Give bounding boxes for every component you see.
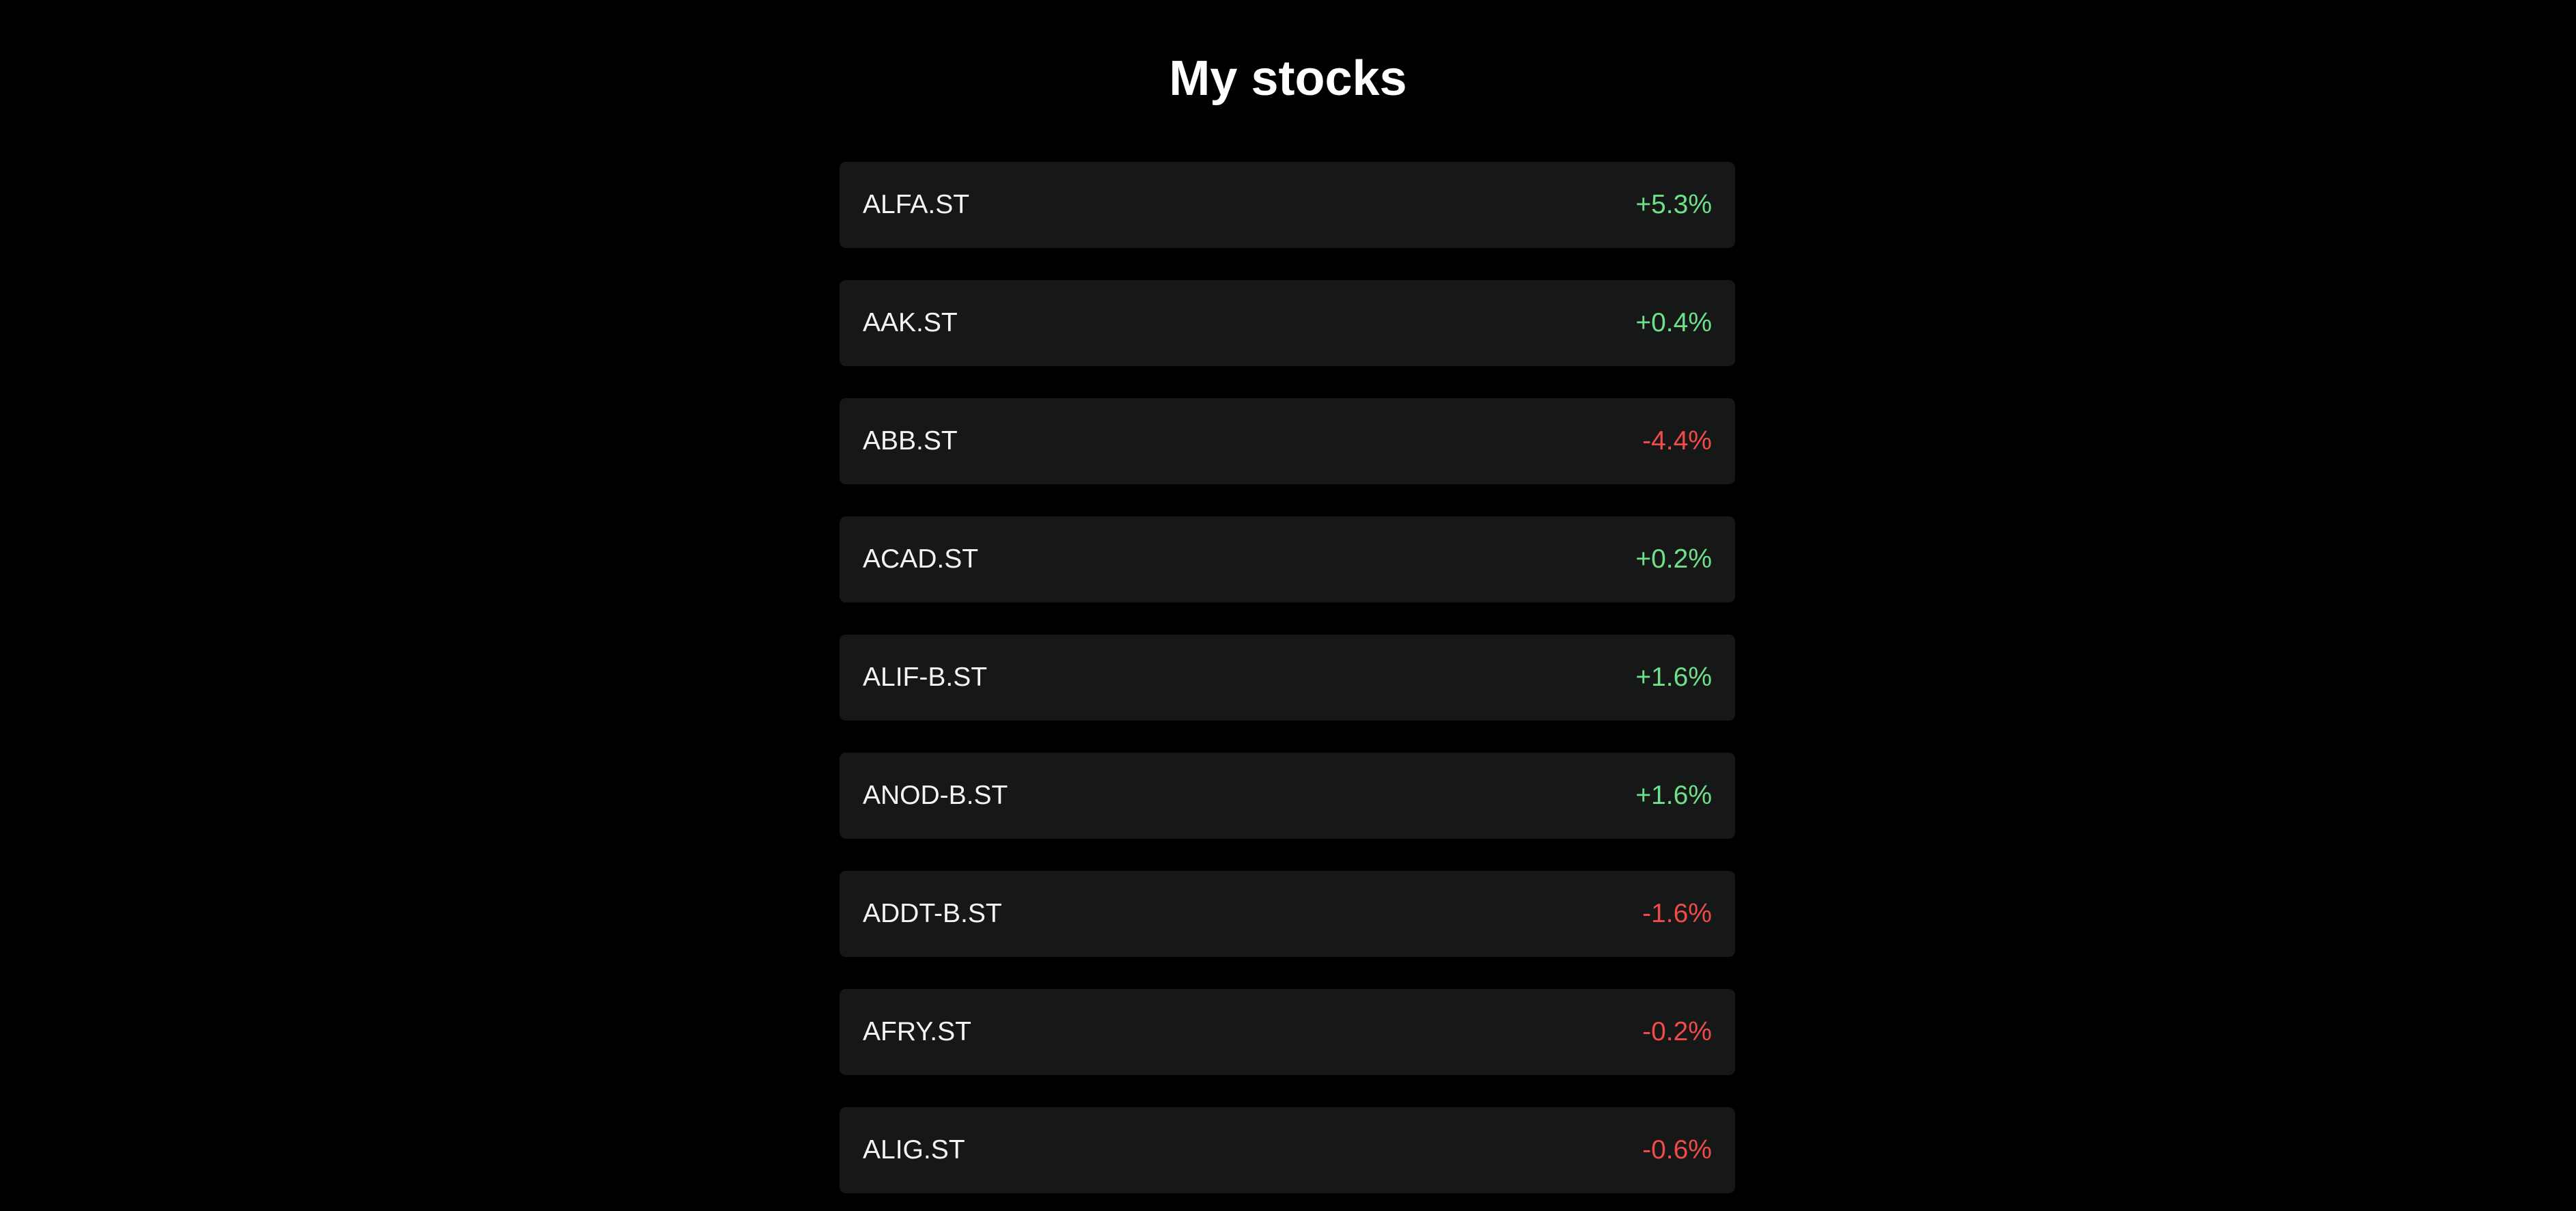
stock-change: +0.2% xyxy=(1635,544,1712,574)
stock-row-aak[interactable]: AAK.ST +0.4% xyxy=(840,280,1735,366)
stock-ticker: AFRY.ST xyxy=(863,1017,971,1046)
stock-ticker: ALIF-B.ST xyxy=(863,663,988,692)
stock-change: +0.4% xyxy=(1635,308,1712,337)
stock-ticker: ACAD.ST xyxy=(863,544,979,574)
stock-ticker: ALFA.ST xyxy=(863,190,970,219)
page-title: My stocks xyxy=(1169,51,1407,106)
stock-ticker: ANOD-B.ST xyxy=(863,781,1008,810)
stock-change: -4.4% xyxy=(1642,426,1712,456)
stock-ticker: ALIG.ST xyxy=(863,1135,965,1165)
stock-row-anod-b[interactable]: ANOD-B.ST +1.6% xyxy=(840,753,1735,839)
stock-change: -1.6% xyxy=(1642,899,1712,928)
stock-ticker: AAK.ST xyxy=(863,308,958,337)
stock-row-abb[interactable]: ABB.ST -4.4% xyxy=(840,398,1735,484)
stock-row-alig[interactable]: ALIG.ST -0.6% xyxy=(840,1107,1735,1193)
stock-ticker: ABB.ST xyxy=(863,426,958,456)
stock-row-alif-b[interactable]: ALIF-B.ST +1.6% xyxy=(840,635,1735,721)
stock-list: ALFA.ST +5.3% AAK.ST +0.4% ABB.ST -4.4% … xyxy=(840,162,1735,1211)
stock-row-addt-b[interactable]: ADDT-B.ST -1.6% xyxy=(840,871,1735,957)
stock-change: -0.6% xyxy=(1642,1135,1712,1165)
stock-change: +1.6% xyxy=(1635,781,1712,810)
stock-change: -0.2% xyxy=(1642,1017,1712,1046)
stocks-page: My stocks ALFA.ST +5.3% AAK.ST +0.4% ABB… xyxy=(0,0,2576,1211)
stock-row-acad[interactable]: ACAD.ST +0.2% xyxy=(840,516,1735,602)
stock-change: +5.3% xyxy=(1635,190,1712,219)
stock-row-afry[interactable]: AFRY.ST -0.2% xyxy=(840,989,1735,1075)
stock-change: +1.6% xyxy=(1635,663,1712,692)
stock-row-alfa[interactable]: ALFA.ST +5.3% xyxy=(840,162,1735,248)
stock-ticker: ADDT-B.ST xyxy=(863,899,1002,928)
